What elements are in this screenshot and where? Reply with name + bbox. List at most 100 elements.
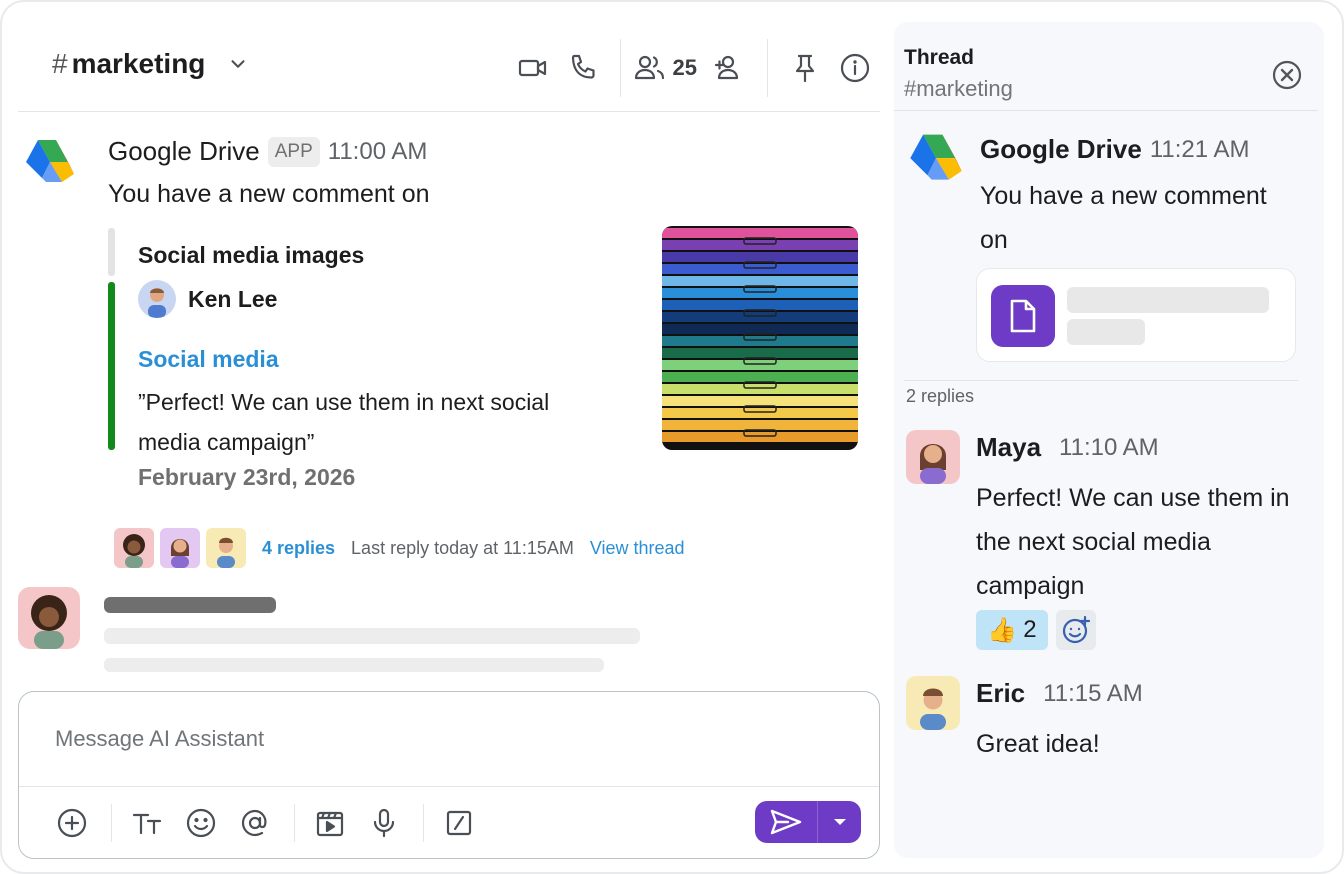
comment-quote: ”Perfect! We can use them in next social… [138,389,550,455]
channel-name: marketing [71,48,206,79]
last-reply-time: Last reply today at 11:15AM [351,537,574,558]
reply-body: Perfect! We can use them in the next soc… [976,484,1290,600]
reply-author[interactable]: Eric [976,678,1025,709]
close-icon[interactable] [1270,58,1304,92]
emoji-button[interactable] [176,798,226,848]
thread-channel[interactable]: #marketing [904,76,1013,102]
avatar [18,587,80,649]
mention-icon [241,809,267,837]
avatar [906,676,960,730]
google-drive-logo [910,134,962,180]
file-title[interactable]: Social media images [138,242,364,269]
message-author[interactable]: Google Drive [108,136,260,167]
channel-hash: # [52,48,68,79]
avatar [114,528,154,568]
loading-placeholder [104,597,276,613]
composer-toolbar [47,798,488,848]
google-drive-logo [26,140,74,182]
chevron-down-icon [231,60,245,68]
thread-parent-time[interactable]: 11:21 AM [1150,136,1250,164]
app-window: # marketing 25 Google Drive APP 11:00 AM… [0,0,1344,874]
thread-reply-count: 2 replies [906,386,975,406]
plus-icon [57,808,87,838]
send-button-group [755,801,861,843]
message-composer [18,691,880,859]
video-icon [518,59,546,77]
file-attachment[interactable] [976,268,1296,362]
info-button[interactable] [830,43,880,93]
member-count: 25 [672,55,697,80]
members-icon [634,55,664,80]
pin-button[interactable] [780,43,830,93]
reply-time[interactable]: 11:10 AM [1059,434,1159,462]
thread-parent-header: Google Drive 11:21 AM [980,134,1249,165]
thread-summary[interactable]: 4 replies Last reply today at 11:15AM Vi… [114,528,685,568]
send-options-button[interactable] [818,801,861,843]
document-icon [991,285,1055,347]
app-badge: APP [267,136,320,167]
loading-placeholder [1067,319,1145,345]
reply-header: Eric 11:15 AM [976,678,1143,709]
microphone-icon [373,808,395,838]
view-thread-link[interactable]: View thread [590,538,685,559]
thumbs-up-icon: 👍 [987,616,1018,644]
message-input[interactable] [55,726,755,752]
comment-quote-bar [108,282,115,450]
header-divider [767,39,768,97]
text-format-icon [132,813,162,835]
thread-parent-author[interactable]: Google Drive [980,134,1142,165]
file-preview-image[interactable] [662,226,858,450]
comment-link[interactable]: Social media [138,346,279,373]
avatar [160,528,200,568]
media-button[interactable] [305,798,355,848]
emoji-icon [186,808,216,838]
attach-button[interactable] [47,798,97,848]
text-format-button[interactable] [122,798,172,848]
members-button[interactable]: 25 [633,53,697,83]
voice-button[interactable] [359,798,409,848]
message-body: You have a new comment on [108,180,430,208]
reaction-count: 2 [1023,616,1037,643]
reaction-thumbs-up[interactable]: 👍 2 [976,610,1048,650]
channel-header: # marketing 25 [18,22,880,112]
send-button[interactable] [755,801,817,843]
video-call-button[interactable] [508,43,558,93]
toolbar-divider [294,804,295,842]
comment-date: February 23rd, 2026 [138,464,356,490]
add-member-icon [714,55,739,80]
info-icon [840,53,870,83]
card-divider-bar [108,228,115,276]
channel-switcher[interactable]: # marketing [52,48,249,80]
caret-down-icon [833,819,846,825]
add-member-button[interactable] [705,43,755,93]
pin-icon [795,54,815,83]
add-reaction-icon [1062,615,1091,644]
thread-panel: Thread #marketing Google Drive 11:21 AM … [894,22,1324,858]
media-icon [316,811,344,837]
slash-command-button[interactable] [434,798,484,848]
reply-author[interactable]: Maya [976,432,1041,463]
thread-title: Thread [904,46,975,69]
reply-time[interactable]: 11:15 AM [1043,680,1143,708]
toolbar-divider [111,804,112,842]
reply-header: Maya 11:10 AM [976,432,1159,463]
avatar [906,430,960,484]
toolbar-divider [423,804,424,842]
comment-user[interactable]: Ken Lee [138,280,277,318]
mention-button[interactable] [230,798,280,848]
add-reaction-button[interactable] [1056,610,1096,650]
reply-body: Great idea! [976,730,1100,758]
loading-placeholder [104,658,604,672]
message-time[interactable]: 11:00 AM [328,138,428,166]
composer-divider [19,786,879,787]
audio-call-button[interactable] [558,43,608,93]
header-actions: 25 [508,39,880,97]
slash-command-icon [446,810,472,836]
reply-count-link[interactable]: 4 replies [262,538,335,559]
loading-placeholder [104,628,640,644]
reaction-bar: 👍 2 [976,610,1096,650]
avatar [206,528,246,568]
phone-icon [571,54,595,79]
message-header: Google Drive APP 11:00 AM [108,136,427,167]
comment-user-name: Ken Lee [188,285,278,312]
